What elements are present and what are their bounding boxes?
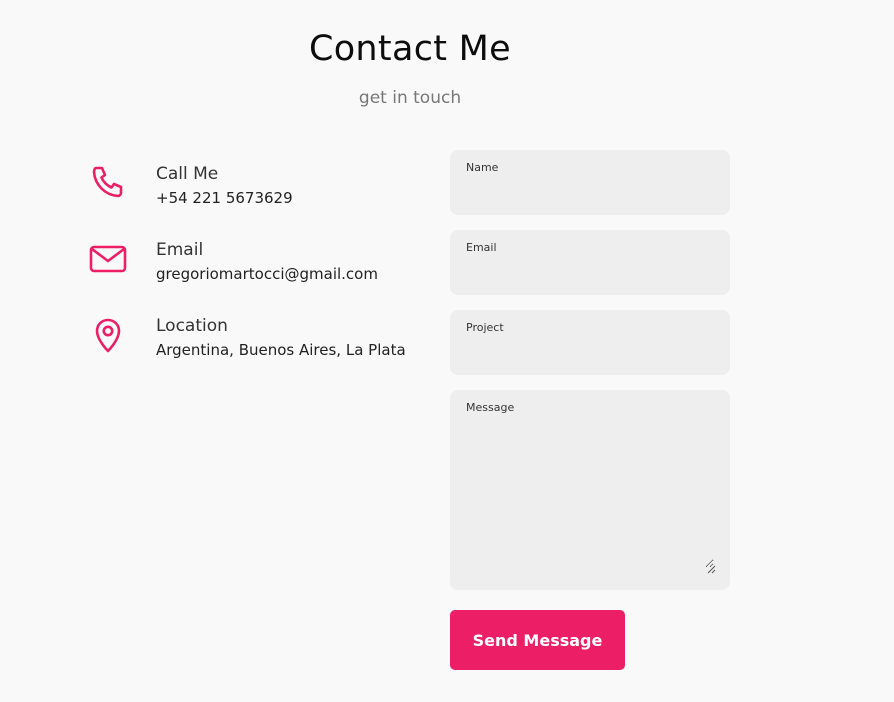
mail-icon	[89, 245, 127, 273]
project-input[interactable]	[464, 338, 714, 364]
location-pin-icon	[95, 318, 121, 353]
page-subtitle: get in touch	[358, 88, 462, 108]
contact-info-list: Call Me +54 221 5673629 Email gregorioma…	[88, 160, 438, 388]
project-field-label: Project	[466, 321, 504, 334]
email-label: Email	[156, 240, 204, 260]
email-value: gregoriomartocci@gmail.com	[156, 265, 378, 283]
message-textarea[interactable]	[464, 418, 714, 568]
email-field-container[interactable]: Email	[450, 230, 730, 295]
contact-form: Name Email Project Message Send Message	[450, 150, 730, 670]
email-input[interactable]	[464, 258, 714, 284]
contact-info-location-text: Location Argentina, Buenos Aires, La Pla…	[156, 314, 406, 362]
phone-icon	[92, 166, 123, 198]
send-message-button[interactable]: Send Message	[450, 610, 625, 670]
contact-info-email: Email gregoriomartocci@gmail.com	[88, 236, 438, 312]
page-title: Contact Me	[308, 29, 512, 69]
phone-value: +54 221 5673629	[156, 189, 293, 207]
phone-label: Call Me	[156, 164, 219, 184]
message-field-label: Message	[466, 401, 515, 414]
project-field-container[interactable]: Project	[450, 310, 730, 375]
name-field-container[interactable]: Name	[450, 150, 730, 215]
email-field-label: Email	[466, 241, 497, 254]
name-input[interactable]	[464, 178, 714, 204]
name-field-label: Name	[466, 161, 499, 174]
contact-info-phone: Call Me +54 221 5673629	[88, 160, 438, 236]
location-value: Argentina, Buenos Aires, La Plata	[156, 341, 406, 359]
contact-info-email-text: Email gregoriomartocci@gmail.com	[156, 238, 378, 286]
contact-info-phone-text: Call Me +54 221 5673629	[156, 162, 293, 210]
location-label: Location	[156, 316, 228, 336]
resize-handle-icon[interactable]	[707, 565, 716, 574]
contact-info-location: Location Argentina, Buenos Aires, La Pla…	[88, 312, 438, 388]
message-field-container[interactable]: Message	[450, 390, 730, 590]
